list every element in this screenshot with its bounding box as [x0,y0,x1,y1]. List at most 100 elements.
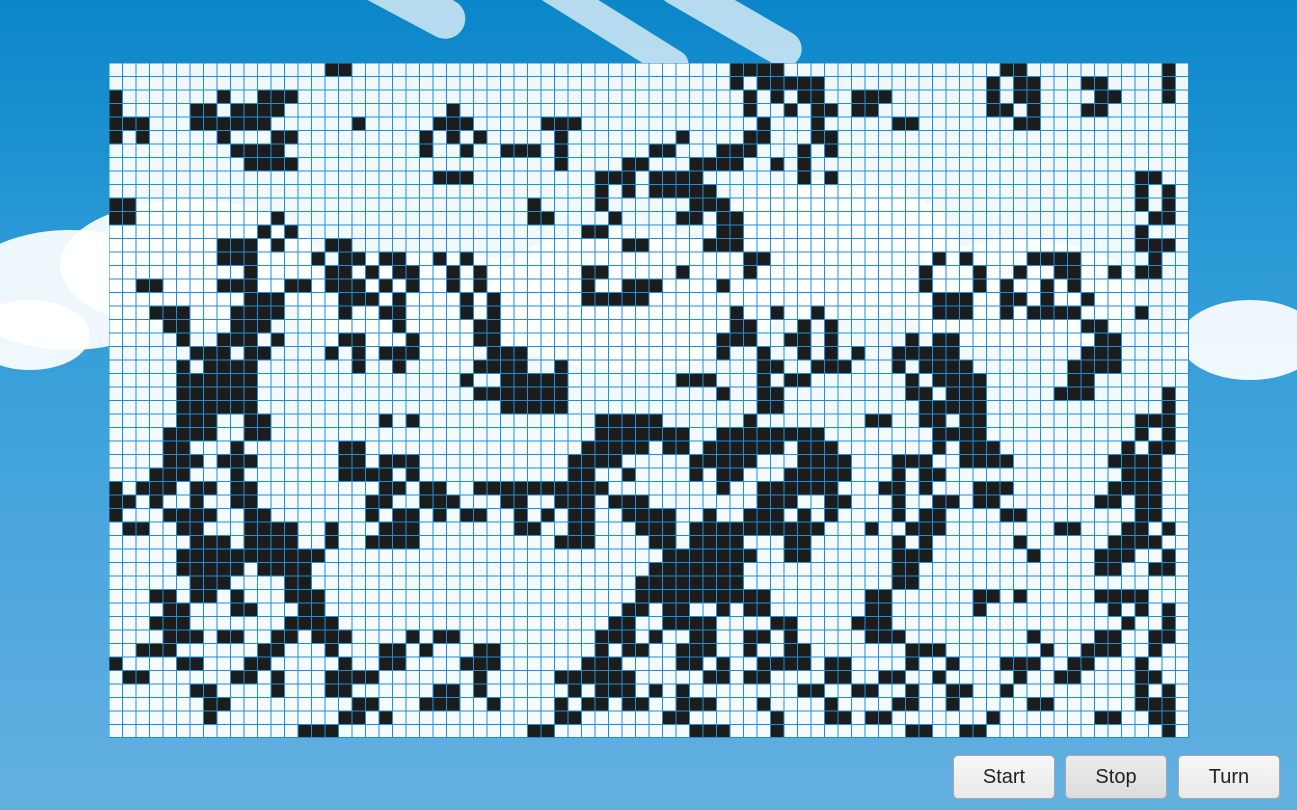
alive-cell[interactable] [797,76,812,91]
alive-cell[interactable] [581,481,596,496]
alive-cell[interactable] [1027,657,1041,671]
alive-cell[interactable] [716,144,731,158]
alive-cell[interactable] [662,711,677,725]
alive-cell[interactable] [1121,441,1136,455]
alive-cell[interactable] [284,630,299,644]
alive-cell[interactable] [1108,360,1122,374]
alive-cell[interactable] [136,643,150,658]
alive-cell[interactable] [595,265,609,280]
alive-cell[interactable] [622,279,636,293]
alive-cell[interactable] [730,562,744,577]
alive-cell[interactable] [1148,441,1163,455]
alive-cell[interactable] [662,535,677,550]
alive-cell[interactable] [1108,535,1122,550]
alive-cell[interactable] [757,373,771,388]
alive-cell[interactable] [676,171,690,185]
alive-cell[interactable] [365,697,380,712]
alive-cell[interactable] [865,90,879,104]
alive-cell[interactable] [730,427,744,442]
alive-cell[interactable] [892,481,906,496]
alive-cell[interactable] [757,346,771,361]
alive-cell[interactable] [716,157,731,172]
alive-cell[interactable] [568,522,582,536]
alive-cell[interactable] [770,508,785,523]
alive-cell[interactable] [892,495,906,509]
alive-cell[interactable] [338,657,353,671]
alive-cell[interactable] [932,468,947,482]
alive-cell[interactable] [244,319,258,334]
alive-cell[interactable] [1162,90,1176,104]
alive-cell[interactable] [689,535,704,550]
alive-cell[interactable] [176,562,191,577]
alive-cell[interactable] [1054,306,1068,320]
alive-cell[interactable] [203,481,218,496]
alive-cell[interactable] [487,643,501,658]
alive-cell[interactable] [649,576,663,590]
alive-cell[interactable] [1000,103,1014,118]
alive-cell[interactable] [635,427,650,442]
alive-cell[interactable] [1054,387,1068,401]
alive-cell[interactable] [352,252,366,266]
alive-cell[interactable] [325,279,339,293]
alive-cell[interactable] [703,157,717,172]
alive-cell[interactable] [689,549,704,563]
alive-cell[interactable] [230,387,245,401]
alive-cell[interactable] [190,400,204,415]
alive-cell[interactable] [338,333,353,347]
alive-cell[interactable] [163,603,177,617]
alive-cell[interactable] [689,643,704,658]
alive-cell[interactable] [743,549,758,563]
alive-cell[interactable] [1162,711,1176,725]
alive-cell[interactable] [1162,76,1176,91]
alive-cell[interactable] [284,616,299,631]
alive-cell[interactable] [500,400,515,415]
alive-cell[interactable] [581,508,596,523]
alive-cell[interactable] [635,157,650,172]
alive-cell[interactable] [244,117,258,131]
alive-cell[interactable] [554,670,569,685]
alive-cell[interactable] [743,333,758,347]
alive-cell[interactable] [554,711,569,725]
alive-cell[interactable] [217,387,231,401]
alive-cell[interactable] [163,306,177,320]
alive-cell[interactable] [824,657,839,671]
alive-cell[interactable] [757,670,771,685]
alive-cell[interactable] [676,184,690,199]
alive-cell[interactable] [446,495,461,509]
alive-cell[interactable] [892,508,906,523]
alive-cell[interactable] [824,495,839,509]
alive-cell[interactable] [1162,211,1176,226]
alive-cell[interactable] [446,130,461,145]
alive-cell[interactable] [892,360,906,374]
alive-cell[interactable] [1162,387,1176,401]
alive-cell[interactable] [163,589,177,604]
alive-cell[interactable] [824,360,839,374]
alive-cell[interactable] [1135,589,1149,604]
alive-cell[interactable] [743,522,758,536]
alive-cell[interactable] [190,589,204,604]
alive-cell[interactable] [878,630,893,644]
alive-cell[interactable] [730,225,744,239]
alive-cell[interactable] [1094,630,1109,644]
alive-cell[interactable] [703,373,717,388]
alive-cell[interactable] [446,630,461,644]
alive-cell[interactable] [676,576,690,590]
alive-cell[interactable] [1067,360,1082,374]
alive-cell[interactable] [284,130,299,145]
alive-cell[interactable] [460,117,474,131]
alive-cell[interactable] [595,225,609,239]
alive-cell[interactable] [1135,481,1149,496]
alive-cell[interactable] [1108,333,1122,347]
alive-cell[interactable] [932,333,947,347]
alive-cell[interactable] [838,454,852,469]
alive-cell[interactable] [419,481,434,496]
alive-cell[interactable] [217,90,231,104]
alive-cell[interactable] [527,481,542,496]
alive-cell[interactable] [1135,670,1149,685]
alive-cell[interactable] [716,333,731,347]
alive-cell[interactable] [203,697,218,712]
alive-cell[interactable] [352,697,366,712]
alive-cell[interactable] [595,198,609,212]
alive-cell[interactable] [1162,441,1176,455]
alive-cell[interactable] [568,468,582,482]
